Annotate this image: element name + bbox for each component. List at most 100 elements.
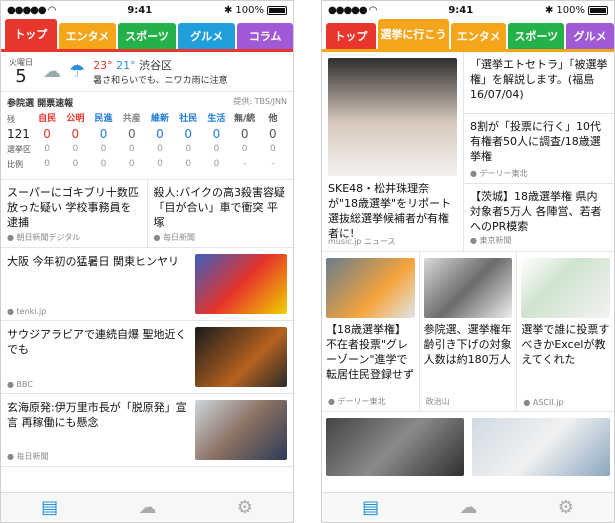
tab-sports[interactable]: スポーツ [508, 23, 565, 49]
news-title: 【18歳選挙権】不在者投票"グレーゾーン"進学で転居住民登録せず [326, 323, 414, 381]
news-title: 殺人:バイクの高3殺害容疑「目が合い」車で衝突 平塚 [153, 186, 285, 229]
umbrella-icon: ☂ [69, 61, 86, 82]
seat-count: 0 [213, 159, 220, 169]
seat-count: 0 [44, 144, 50, 154]
news-item[interactable] [468, 412, 614, 482]
news-list-icon[interactable]: ▤ [41, 497, 58, 518]
source-icon: ● [153, 233, 161, 242]
phone-screen-election: ●●●●● ◠ 9:41 ✱ 100% トップ 選挙に行こう エンタメ スポーツ … [321, 0, 615, 523]
seat-count: 0 [127, 127, 136, 141]
party-name: 無/統 [234, 114, 256, 124]
seat-count: 0 [128, 159, 135, 169]
seat-count: 0 [128, 144, 135, 154]
settings-icon[interactable]: ⚙ [558, 497, 574, 518]
news-item[interactable]: スーパーにゴキブリ十数匹放った疑い 学校事務員を逮捕 ● 朝日新聞デジタル [1, 180, 147, 247]
news-list-icon[interactable]: ▤ [362, 497, 379, 518]
news-source: tenki.jp [16, 307, 47, 316]
label-district: 選挙区 [7, 145, 31, 154]
news-title: 【茨城】18歳選挙権 県内対象者5万人 各陣営、若者へのPR模索 [470, 190, 602, 233]
news-source: 東京新聞 [479, 236, 512, 245]
tab-gourmet[interactable]: グルメ [566, 23, 614, 49]
election-results[interactable]: 参院選 開票速報 提供: TBS/JNN 残 121 選挙区 比例 自民 公明 民進… [1, 92, 293, 180]
tab-top[interactable]: トップ [5, 19, 57, 49]
tab-label: 選挙に行こう [380, 28, 447, 41]
weather-icon[interactable]: ☁ [138, 497, 156, 518]
battery-icon [267, 5, 287, 15]
seat-count: 0 [43, 127, 51, 141]
weather-widget[interactable]: 火曜日 5 ☁ ☂ 23° 21° 渋谷区 暑さ和らいでも、ニワカ雨に注意 [1, 52, 293, 92]
news-title: サウジアラビアで連続自爆 聖地近くでも [7, 328, 187, 356]
news-item[interactable]: 選挙で誰に投票すべきかExcelが教えてくれた ● ASCII.jp [516, 252, 614, 411]
party-name: 生活 [207, 114, 226, 124]
source-icon: ● [470, 169, 477, 178]
source-icon: ● [7, 452, 14, 461]
news-source: music.jp ニュース [328, 237, 396, 246]
settings-icon[interactable]: ⚙ [237, 497, 253, 518]
news-item[interactable]: 8割が「投票に行く」10代有権者50人に調査/18歳選挙権 ● デーリー東北 [464, 114, 614, 184]
signal-wifi-icon: ●●●●● ◠ [328, 4, 378, 16]
news-source: BBC [16, 380, 33, 389]
news-item[interactable]: 【18歳選挙権】不在者投票"グレーゾーン"進学で転居住民登録せず ● デーリー東… [322, 252, 419, 411]
tab-sports[interactable]: スポーツ [118, 23, 176, 49]
news-source: 朝日新聞デジタル [16, 233, 81, 242]
source-icon: ● [7, 307, 14, 316]
phone-screen-top: ●●●●● ◠ 9:41 ✱ 100% トップ エンタメ スポーツ グルメ コラム… [0, 0, 294, 523]
news-thumbnail [472, 418, 610, 476]
election-row-labels: 残 121 選挙区 比例 [7, 112, 33, 172]
tab-top[interactable]: トップ [326, 23, 376, 49]
news-thumbnail [326, 258, 415, 318]
news-item[interactable]: 参院選、選挙権年齢引き下げの対象人数は約180万人 政治山 [418, 252, 517, 411]
news-item[interactable] [322, 412, 468, 482]
tab-label: エンタメ [65, 30, 110, 43]
weather-note: 暑さ和らいでも、ニワカ雨に注意 [93, 76, 228, 86]
news-item[interactable]: 殺人:バイクの高3殺害容疑「目が合い」車で衝突 平塚 ● 毎日新聞 [146, 180, 294, 247]
news-source: 毎日新聞 [163, 233, 196, 242]
news-thumbnail [195, 254, 287, 314]
party-table: 自民 公明 民進 共産 維新 社民 生活 無/統 他 0 0 0 0 0 0 0 0 0 0 0 0 0 0 0 0 0 0 0 0 0 0… [33, 112, 287, 172]
weather-icon[interactable]: ☁ [459, 497, 477, 518]
label-remaining: 残 [7, 115, 15, 124]
battery-icon [588, 5, 608, 15]
news-item[interactable]: 大阪 今年初の猛暑日 関東ヒンヤリ ● tenki.jp [1, 248, 293, 321]
status-bar: ●●●●● ◠ 9:41 ✱ 100% [322, 1, 614, 19]
news-title: 8割が「投票に行く」10代有権者50人に調査/18歳選挙権 [470, 120, 601, 163]
tab-entame[interactable]: エンタメ [450, 23, 507, 49]
seat-count: 0 [100, 159, 107, 169]
news-item[interactable]: サウジアラビアで連続自爆 聖地近くでも ● BBC [1, 321, 293, 394]
news-item[interactable]: SKE48・松井珠理奈が"18歳選挙"をリポート 選抜総選挙候補者が有権者に! … [322, 52, 464, 251]
source-icon: ● [470, 236, 477, 245]
seat-count: 0 [185, 159, 192, 169]
news-item[interactable]: 玄海原発:伊万里市長が「脱原発」宣言 再稼働にも懸念 ● 毎日新聞 [1, 394, 293, 467]
news-thumbnail [328, 58, 457, 176]
seat-count: 0 [71, 127, 80, 141]
election-title: 参院選 開票速報 [7, 99, 74, 109]
news-title: 「選挙エトセトラ」「被選挙権」を解説します。(福島16/07/04) [470, 58, 608, 101]
news-thumbnail [423, 258, 513, 318]
tab-gourmet[interactable]: グルメ [177, 23, 236, 49]
news-thumbnail [195, 327, 287, 387]
battery-percent: 100% [556, 4, 585, 16]
news-source: デーリー東北 [337, 397, 386, 406]
news-item[interactable]: 【茨城】18歳選挙権 県内対象者5万人 各陣営、若者へのPR模索 ● 東京新聞 [464, 184, 614, 250]
tab-election[interactable]: 選挙に行こう [377, 19, 449, 49]
news-item[interactable]: 「選挙エトセトラ」「被選挙権」を解説します。(福島16/07/04) [464, 52, 614, 114]
status-bar: ●●●●● ◠ 9:41 ✱ 100% [1, 1, 293, 19]
tab-entame[interactable]: エンタメ [58, 23, 117, 49]
label-pr: 比例 [7, 160, 23, 169]
seat-count: 0 [44, 159, 50, 169]
seat-count: 0 [241, 144, 248, 154]
source-icon: ● [7, 233, 14, 242]
news-source: ASCII.jp [532, 398, 564, 407]
party-name: 公明 [66, 114, 85, 124]
news-title: 参院選、選挙権年齢引き下げの対象人数は約180万人 [423, 323, 512, 366]
seat-count: 0 [240, 127, 249, 141]
seat-count: 0 [157, 159, 163, 169]
tab-label: コラム [248, 30, 282, 43]
seat-count: 0 [184, 127, 193, 141]
party-name: 民進 [94, 114, 113, 124]
seat-count: 0 [156, 127, 164, 141]
tab-column[interactable]: コラム [237, 23, 293, 49]
source-icon: ● [328, 397, 335, 406]
weather-icons: ☁ ☂ [43, 61, 85, 82]
day-number: 5 [15, 66, 27, 87]
